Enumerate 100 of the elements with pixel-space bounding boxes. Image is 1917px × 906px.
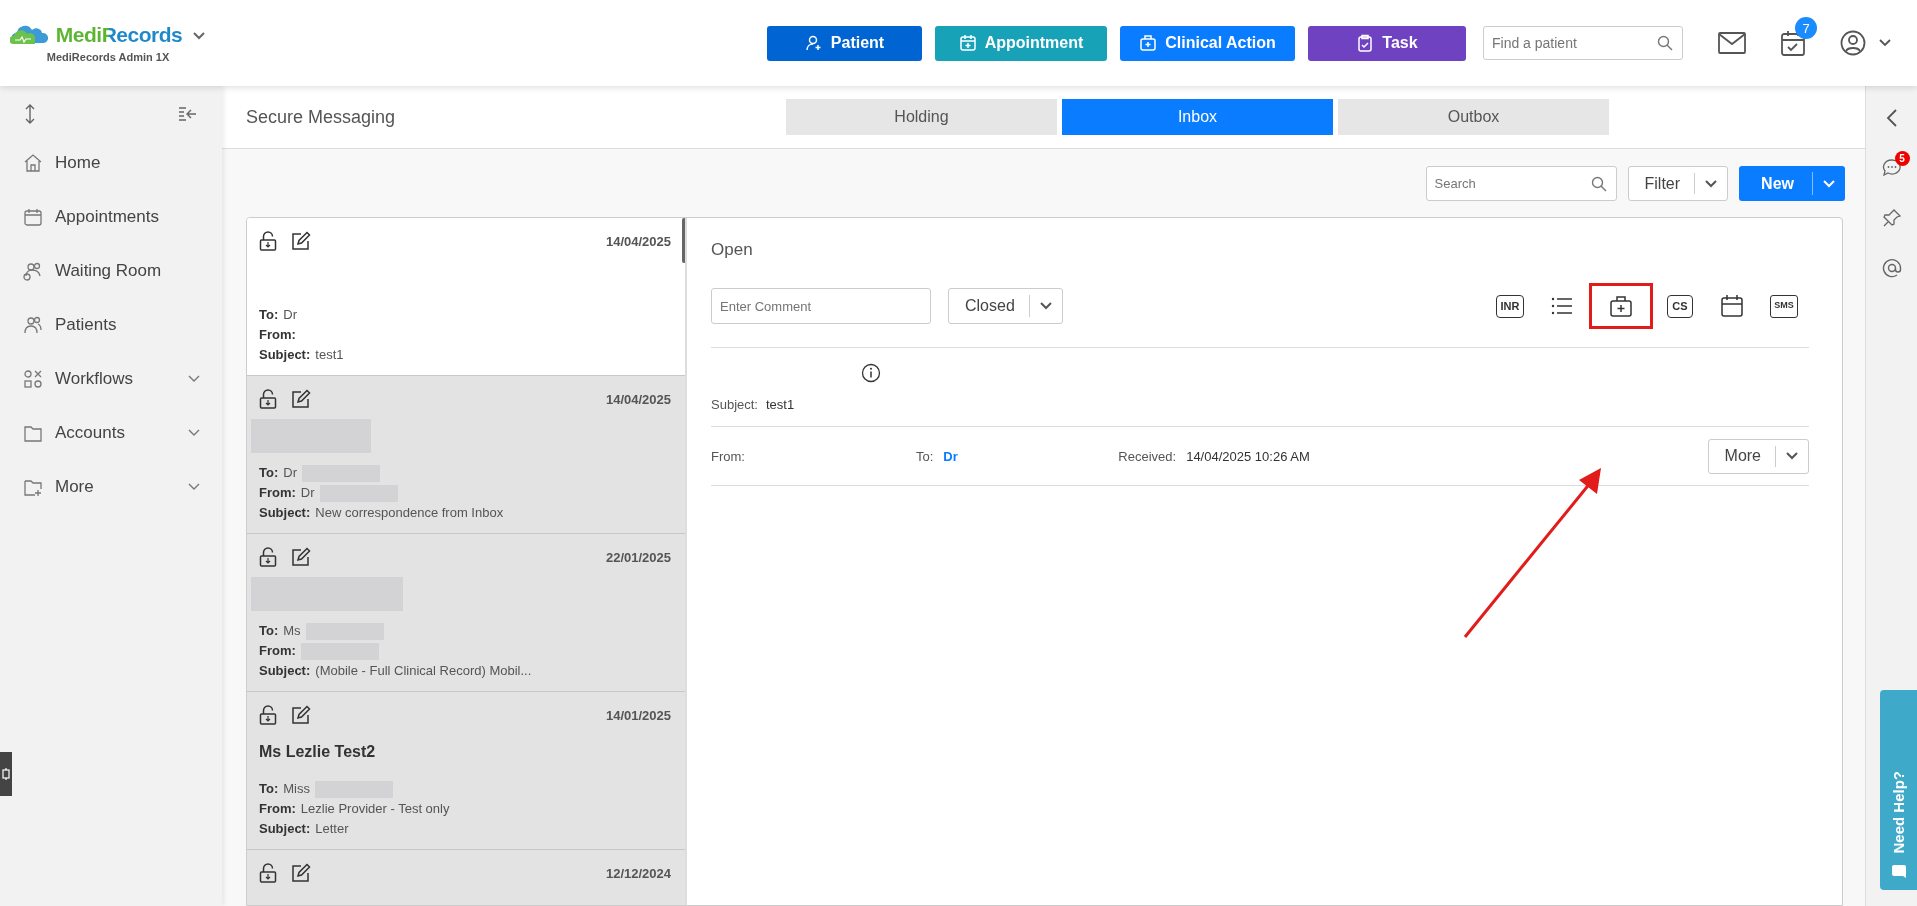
header-action-button[interactable]: Task: [1308, 25, 1466, 61]
caret-icon[interactable]: [1786, 452, 1798, 460]
message-list-item[interactable]: 12/12/2024: [247, 850, 685, 905]
message-status: Open: [711, 240, 754, 260]
page-title: Secure Messaging: [246, 106, 397, 128]
caret-icon[interactable]: [1039, 302, 1052, 310]
field-label: To:: [259, 622, 279, 640]
field-label: From:: [259, 642, 296, 660]
chevron-down-icon[interactable]: [188, 375, 200, 383]
unlock-icon[interactable]: [259, 231, 277, 251]
waiting-icon: [23, 261, 43, 281]
sidebar-item[interactable]: Home: [0, 136, 222, 190]
medical-bag-icon[interactable]: [1609, 294, 1633, 318]
message-list-item[interactable]: 14/01/2025 Ms Lezlie Test2 To: Miss From: Lezlie Provider - Test only Subject: Letter: [247, 692, 685, 850]
user-avatar-icon[interactable]: [1840, 30, 1866, 56]
task-calendar-icon[interactable]: [1781, 30, 1805, 56]
filter-dropdown-button[interactable]: Filter: [1627, 166, 1729, 201]
field-label: Subject:: [259, 820, 311, 838]
tab[interactable]: Outbox: [1338, 99, 1609, 135]
field-value: Dr: [283, 464, 297, 482]
sidebar-item[interactable]: Waiting Room: [0, 244, 222, 298]
info-icon[interactable]: [861, 363, 881, 383]
mail-icon[interactable]: [1718, 32, 1746, 54]
cloud-logo-icon: [9, 23, 50, 47]
chevron-down-icon[interactable]: [188, 429, 200, 437]
new-dropdown-button[interactable]: New: [1739, 166, 1845, 201]
message-list-item[interactable]: 14/04/2025 To: Dr From: Dr Subject: New correspondence from Inbox: [247, 376, 685, 534]
sidebar-item[interactable]: Accounts: [0, 406, 222, 460]
cs-button[interactable]: CS: [1667, 294, 1693, 318]
field-value: Miss: [283, 780, 310, 798]
patient-search-field[interactable]: Find a patient: [1483, 26, 1683, 60]
sidebar-item[interactable]: Workflows: [0, 352, 222, 406]
search-icon[interactable]: [1590, 175, 1607, 192]
tab[interactable]: Inbox: [1062, 99, 1333, 135]
recipient-link[interactable]: Dr: [943, 448, 1109, 464]
medical-bag-icon: [1139, 34, 1158, 52]
message-date: 12/12/2024: [605, 865, 671, 881]
status-dropdown-button[interactable]: Closed: [948, 288, 1063, 324]
side-handle[interactable]: [0, 752, 12, 796]
search-icon[interactable]: [1657, 35, 1673, 51]
field-label: To:: [259, 464, 279, 482]
field-value: New correspondence from Inbox: [315, 504, 504, 522]
unlock-icon[interactable]: [259, 389, 277, 409]
sidebar-item[interactable]: Patients: [0, 298, 222, 352]
comment-field[interactable]: Enter Comment: [711, 288, 931, 324]
field-label: Subject:: [259, 346, 311, 364]
from-label: From:: [711, 448, 746, 464]
unlock-icon[interactable]: [259, 547, 277, 567]
field-value: (Mobile - Full Clinical Record) Mobil...: [315, 662, 532, 680]
calendar-plus-icon: [958, 34, 977, 52]
up-down-arrow-icon[interactable]: [24, 104, 36, 124]
scrollbar-thumb[interactable]: [682, 218, 685, 263]
field-label: From:: [259, 326, 296, 344]
field-label: From:: [259, 484, 296, 502]
list-icon[interactable]: [1551, 297, 1573, 315]
edit-note-icon[interactable]: [291, 389, 311, 409]
unlock-icon[interactable]: [259, 863, 277, 883]
collapse-menu-icon[interactable]: [178, 106, 198, 122]
chevron-down-icon[interactable]: [192, 30, 207, 40]
sidebar-item[interactable]: More: [0, 460, 222, 514]
field-value: Letter: [315, 820, 349, 838]
calendar-icon: [23, 207, 43, 227]
edit-note-icon[interactable]: [291, 547, 311, 567]
add-person-icon: [804, 34, 823, 52]
notification-badge: 7: [1795, 17, 1817, 39]
sms-button[interactable]: SMS: [1770, 294, 1798, 318]
more-dropdown-button[interactable]: More: [1707, 438, 1809, 474]
clipboard-check-icon: [1356, 34, 1375, 52]
tab[interactable]: Holding: [786, 99, 1057, 135]
edit-note-icon[interactable]: [291, 705, 311, 725]
field-value: Dr: [300, 484, 315, 502]
message-date: 14/04/2025: [605, 391, 671, 407]
header-action-button[interactable]: Patient: [767, 25, 922, 61]
search-field[interactable]: Search: [1425, 166, 1617, 201]
message-list-item[interactable]: 22/01/2025 To: Ms From: Subject: (Mobile - Full Clinical Record) Mobil...: [247, 534, 685, 692]
folder-plus-icon: [23, 477, 43, 497]
header-action-button[interactable]: Clinical Action: [1120, 25, 1295, 61]
inr-button[interactable]: INR: [1495, 294, 1525, 318]
chevron-left-icon[interactable]: [1885, 108, 1898, 128]
unlock-icon[interactable]: [259, 705, 277, 725]
pin-icon[interactable]: [1881, 208, 1902, 228]
calendar-icon[interactable]: [1720, 294, 1744, 318]
field-label: To:: [259, 306, 279, 324]
field-label: Subject:: [259, 504, 311, 522]
at-sign-icon[interactable]: [1881, 258, 1902, 278]
message-list-item[interactable]: 14/04/2025 To: Dr From: Subject: test1: [247, 218, 685, 376]
to-label: To:: [916, 448, 934, 464]
chevron-down-icon[interactable]: [188, 483, 200, 491]
account-name: MediRecords Admin 1X: [46, 51, 170, 63]
edit-note-icon[interactable]: [291, 231, 311, 251]
edit-note-icon[interactable]: [291, 863, 311, 883]
chevron-down-icon[interactable]: [1879, 39, 1891, 47]
device-icon[interactable]: [2, 767, 10, 781]
received-date: 14/04/2025 10:26 AM: [1186, 448, 1310, 464]
message-date: 14/04/2025: [605, 233, 671, 249]
caret-icon[interactable]: [1705, 179, 1718, 188]
sidebar-item[interactable]: Appointments: [0, 190, 222, 244]
notification-badge: 5: [1894, 151, 1910, 166]
message-date: 22/01/2025: [605, 549, 671, 565]
field-value: Dr: [283, 306, 297, 324]
